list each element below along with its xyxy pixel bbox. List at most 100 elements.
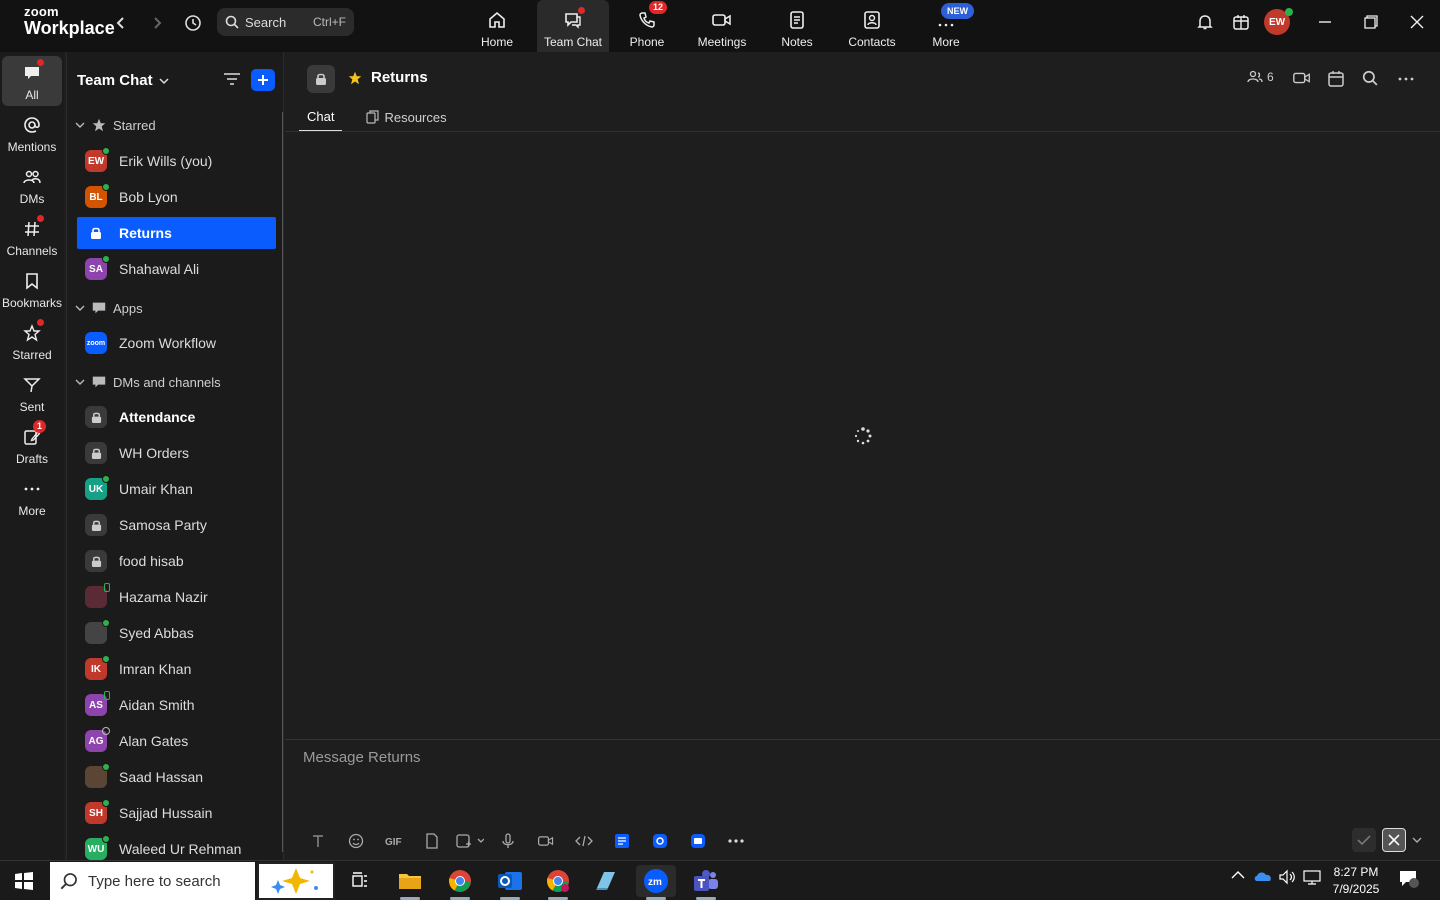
back-arrow-icon[interactable] — [110, 12, 132, 34]
onedrive-icon[interactable] — [1253, 869, 1273, 883]
rail-bookmarks[interactable]: Bookmarks — [2, 264, 62, 314]
microphone-icon[interactable] — [489, 830, 527, 852]
taskbar-search[interactable]: Type here to search — [50, 862, 255, 900]
rail-dms[interactable]: DMs — [2, 160, 62, 210]
rail-all[interactable]: All — [2, 56, 62, 106]
nav-meetings[interactable]: Meetings — [686, 0, 758, 52]
forward-arrow-icon[interactable] — [146, 12, 168, 34]
tab-chat[interactable]: Chat — [299, 108, 343, 132]
video-camera-icon[interactable] — [1292, 70, 1312, 86]
calendar-icon[interactable] — [1327, 70, 1345, 88]
filter-icon[interactable] — [223, 71, 241, 87]
message-input[interactable]: Message Returns — [303, 749, 421, 766]
zoom-taskbar-icon[interactable]: zm — [636, 865, 676, 900]
rail-starred[interactable]: Starred — [2, 316, 62, 366]
list-item[interactable]: WH Orders — [77, 437, 276, 469]
gif-icon[interactable]: GIF — [375, 830, 413, 852]
calendar-gift-icon[interactable] — [1226, 10, 1256, 34]
list-item-selected[interactable]: Returns — [77, 217, 276, 249]
zoom-app-icon[interactable] — [641, 830, 679, 852]
section-starred-header[interactable]: Starred — [75, 115, 156, 135]
list-item[interactable]: AS Aidan Smith — [77, 689, 276, 721]
sidebar-scrollbar[interactable] — [279, 112, 283, 852]
nav-notes[interactable]: Notes — [761, 0, 833, 52]
list-item[interactable]: Hazama Nazir — [77, 581, 276, 613]
tab-chat-label: Chat — [307, 108, 335, 124]
minimize-icon[interactable] — [1310, 10, 1340, 34]
nav-team-chat[interactable]: Team Chat — [537, 0, 609, 52]
list-item[interactable]: Attendance — [77, 401, 276, 433]
nav-home[interactable]: Home — [461, 0, 533, 52]
list-item[interactable]: SH Sajjad Hussain — [77, 797, 276, 829]
list-item[interactable]: EW Erik Wills (you) — [77, 145, 276, 177]
chat-sidebar: Team Chat Starred EW Erik Wills (you) BL… — [66, 52, 284, 860]
notepad-icon[interactable] — [586, 865, 626, 897]
rail-channels[interactable]: Channels — [2, 212, 62, 262]
rail-more-label: More — [18, 504, 46, 518]
more-options-icon[interactable] — [1397, 70, 1415, 88]
section-apps-header[interactable]: Apps — [75, 298, 143, 318]
checkmark-icon[interactable] — [1352, 828, 1376, 852]
chrome-profile-icon[interactable] — [538, 865, 578, 900]
meeting-app-icon[interactable] — [679, 830, 717, 852]
list-item[interactable]: SA Shahawal Ali — [77, 253, 276, 285]
close-icon[interactable] — [1402, 10, 1432, 34]
screenshot-icon[interactable] — [451, 830, 489, 852]
more-options-icon[interactable] — [717, 830, 755, 852]
members-button[interactable]: 6 — [1247, 70, 1274, 84]
file-icon[interactable] — [413, 830, 451, 852]
docs-app-icon[interactable] — [603, 830, 641, 852]
file-explorer-icon[interactable] — [390, 865, 430, 900]
section-dms-header[interactable]: DMs and channels — [75, 372, 221, 392]
avatar: AS — [85, 691, 110, 716]
list-item[interactable]: UK Umair Khan — [77, 473, 276, 505]
send-icon — [23, 374, 41, 396]
star-icon[interactable] — [347, 70, 363, 86]
code-snippet-icon[interactable] — [565, 830, 603, 852]
nav-more[interactable]: NEW More — [910, 0, 982, 52]
show-hidden-icons-icon[interactable] — [1230, 869, 1246, 881]
volume-icon[interactable] — [1278, 869, 1296, 885]
channel-title[interactable]: Returns — [347, 69, 428, 86]
list-item[interactable]: zoom Zoom Workflow — [77, 327, 276, 359]
nav-contacts[interactable]: Contacts — [836, 0, 908, 52]
notification-center-icon[interactable] — [1398, 869, 1420, 889]
text-format-icon[interactable] — [299, 830, 337, 852]
search-icon[interactable] — [1362, 70, 1378, 86]
restore-icon[interactable] — [1356, 10, 1386, 34]
network-icon[interactable] — [1302, 869, 1322, 885]
chevron-down-icon[interactable] — [1412, 836, 1422, 844]
windows-start-icon[interactable] — [4, 865, 44, 897]
taskbar-clock[interactable]: 8:27 PM 7/9/2025 — [1330, 864, 1382, 898]
nav-phone[interactable]: 12 Phone — [611, 0, 683, 52]
task-view-icon[interactable] — [340, 865, 380, 897]
chrome-icon[interactable] — [440, 865, 480, 900]
history-icon[interactable] — [182, 12, 204, 34]
rail-drafts[interactable]: 1 Drafts — [2, 420, 62, 470]
bell-icon[interactable] — [1190, 10, 1220, 34]
copilot-sparkle-icon[interactable] — [257, 862, 335, 900]
tab-resources[interactable]: Resources — [358, 108, 454, 132]
list-item[interactable]: BL Bob Lyon — [77, 181, 276, 213]
list-item[interactable]: IK Imran Khan — [77, 653, 276, 685]
people-icon — [22, 166, 42, 188]
outlook-icon[interactable] — [490, 865, 530, 900]
user-avatar[interactable]: EW — [1262, 8, 1293, 35]
list-item[interactable]: Saad Hassan — [77, 761, 276, 793]
new-chat-button[interactable] — [251, 69, 275, 91]
search-bar[interactable]: Search Ctrl+F — [217, 8, 354, 36]
lock-icon — [85, 550, 107, 572]
rail-mentions[interactable]: Mentions — [2, 108, 62, 158]
teams-icon[interactable] — [686, 865, 726, 900]
rail-more[interactable]: More — [2, 472, 62, 522]
list-item[interactable]: Samosa Party — [77, 509, 276, 541]
emoji-icon[interactable] — [337, 830, 375, 852]
rail-sent[interactable]: Sent — [2, 368, 62, 418]
header-divider — [285, 131, 1440, 132]
cancel-button[interactable] — [1382, 828, 1406, 852]
list-item[interactable]: Syed Abbas — [77, 617, 276, 649]
sidebar-title[interactable]: Team Chat — [77, 72, 169, 89]
list-item[interactable]: food hisab — [77, 545, 276, 577]
video-message-icon[interactable] — [527, 830, 565, 852]
list-item[interactable]: AG Alan Gates — [77, 725, 276, 757]
